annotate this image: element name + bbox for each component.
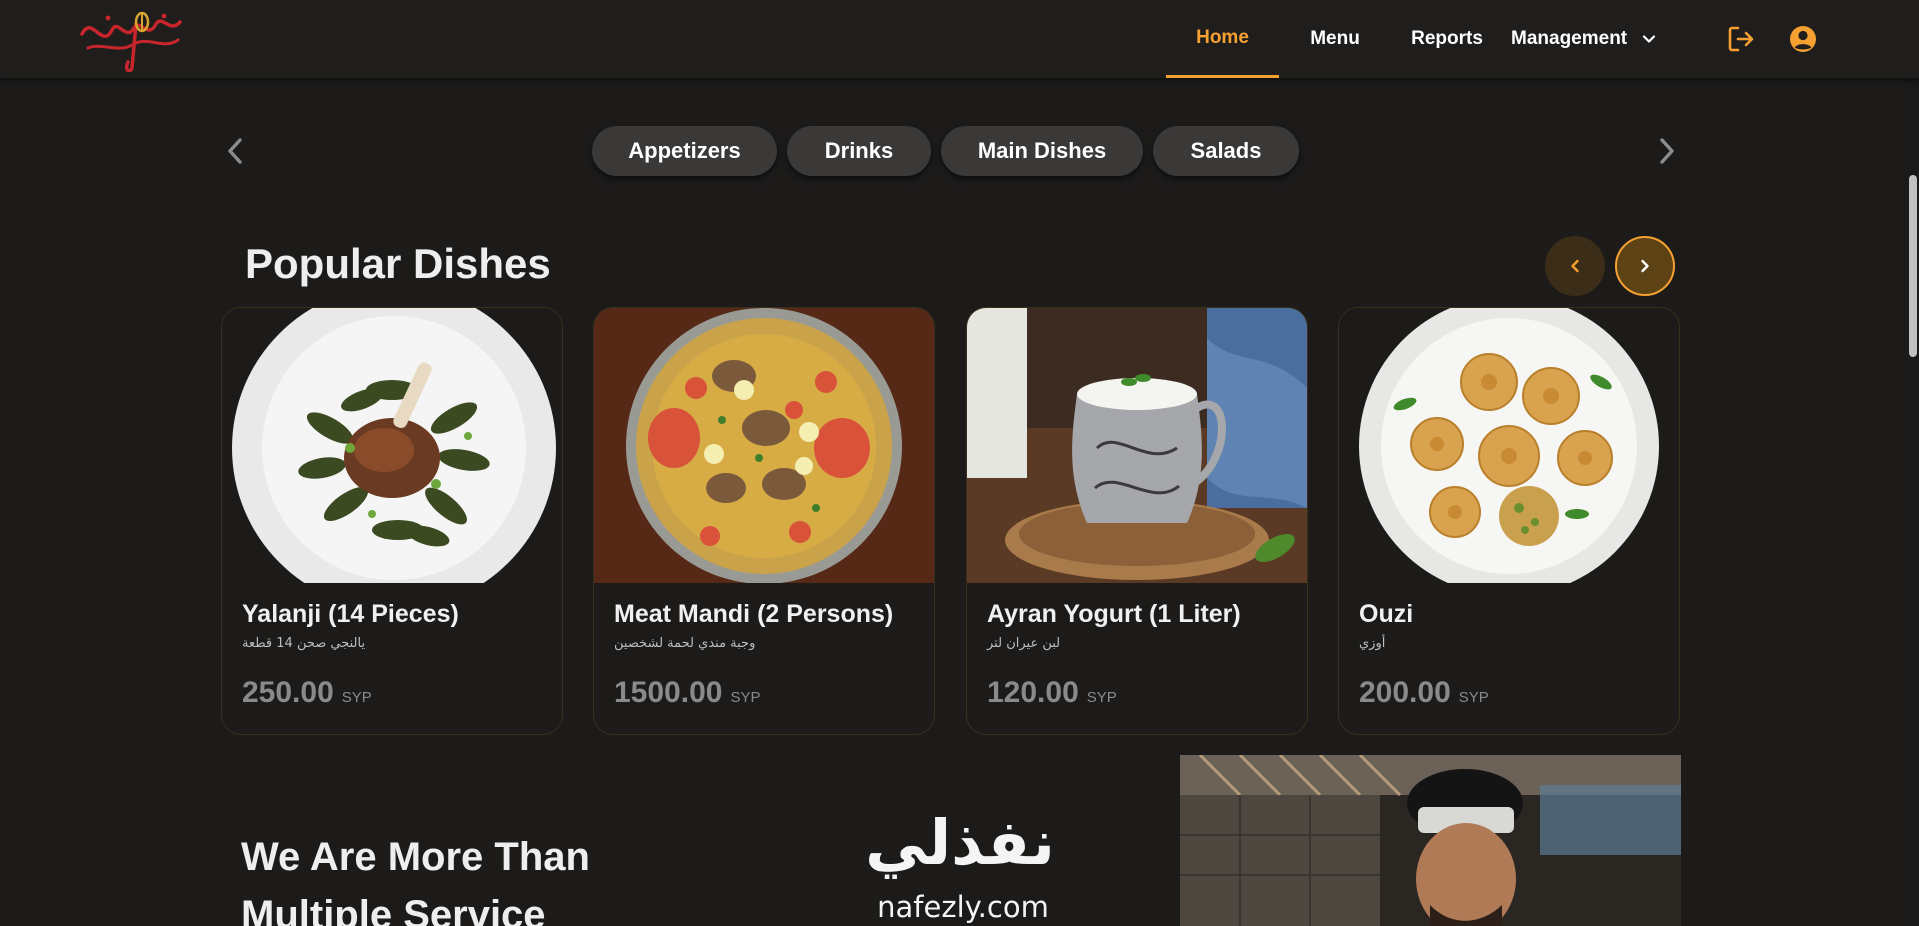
dish-image-ayran-yogurt <box>967 308 1307 583</box>
dish-card[interactable]: Ouzi أوزي 200.00 SYP <box>1338 307 1680 735</box>
nav-management-dropdown[interactable]: Management <box>1503 0 1658 78</box>
scrollbar-thumb[interactable] <box>1909 175 1917 357</box>
category-drinks[interactable]: Drinks <box>787 126 931 176</box>
dish-price-row: 1500.00 SYP <box>614 676 760 710</box>
category-main-dishes[interactable]: Main Dishes <box>941 126 1143 176</box>
dish-image-ouzi <box>1339 308 1679 583</box>
main-nav: Home Menu Reports Management <box>1166 0 1658 78</box>
dish-card[interactable]: Yalanji (14 Pieces) يالنجي صحن 14 قطعة 2… <box>221 307 563 735</box>
dish-currency: SYP <box>730 689 761 706</box>
dish-price: 250.00 <box>242 676 334 709</box>
category-next-arrow-icon[interactable] <box>1656 136 1678 166</box>
category-salads[interactable]: Salads <box>1153 126 1299 176</box>
chevron-down-icon <box>1643 35 1656 43</box>
chevron-left-icon <box>1571 259 1579 273</box>
category-tabs: Appetizers Drinks Main Dishes Salads <box>592 126 1299 176</box>
dish-name-arabic: أوزي <box>1359 636 1386 651</box>
nav-reports[interactable]: Reports <box>1391 0 1503 78</box>
dish-price: 120.00 <box>987 676 1079 709</box>
dish-name: Ouzi <box>1359 600 1414 628</box>
dish-price-row: 250.00 SYP <box>242 676 372 710</box>
dish-name: Ayran Yogurt (1 Liter) <box>987 600 1241 628</box>
nav-management-label: Management <box>1511 28 1628 49</box>
user-circle-icon[interactable] <box>1788 24 1818 54</box>
popular-dishes-title: Popular Dishes <box>245 240 551 287</box>
dish-name: Meat Mandi (2 Persons) <box>614 600 894 628</box>
nav-menu[interactable]: Menu <box>1279 0 1391 78</box>
logout-icon[interactable] <box>1726 24 1756 54</box>
dish-price-row: 120.00 SYP <box>987 676 1117 710</box>
dish-currency: SYP <box>341 689 372 706</box>
nafezly-watermark-arabic: نفذلي <box>865 806 1055 879</box>
dish-card[interactable]: Ayran Yogurt (1 Liter) لبن عيران لتر 120… <box>966 307 1308 735</box>
dish-price: 1500.00 <box>614 676 723 709</box>
top-navbar: Home Menu Reports Management <box>0 0 1919 78</box>
nafezly-watermark-url: nafezly.com <box>877 890 1049 924</box>
dishes-prev-button[interactable] <box>1545 236 1605 296</box>
chef-photo <box>1180 755 1681 926</box>
dishes-next-button[interactable] <box>1615 236 1675 296</box>
chevron-right-icon <box>1641 259 1649 273</box>
restaurant-logo[interactable] <box>78 4 186 73</box>
dish-price-row: 200.00 SYP <box>1359 676 1489 710</box>
dish-currency: SYP <box>1458 689 1489 706</box>
dish-name-arabic: لبن عيران لتر <box>987 636 1061 651</box>
page-scrollbar[interactable] <box>1907 0 1919 926</box>
about-section-title: We Are More Than Multiple Service <box>241 835 590 926</box>
nav-home[interactable]: Home <box>1166 0 1279 78</box>
dish-name: Yalanji (14 Pieces) <box>242 600 459 628</box>
dish-currency: SYP <box>1086 689 1117 706</box>
category-appetizers[interactable]: Appetizers <box>592 126 777 176</box>
category-prev-arrow-icon[interactable] <box>224 136 246 166</box>
dish-name-arabic: يالنجي صحن 14 قطعة <box>242 636 366 651</box>
dish-name-arabic: وجبة مندي لحمة لشخصين <box>614 636 756 651</box>
dish-card[interactable]: Meat Mandi (2 Persons) وجبة مندي لحمة لش… <box>593 307 935 735</box>
dish-image-meat-mandi <box>594 308 934 583</box>
dish-image-yalanji <box>222 308 562 583</box>
dish-price: 200.00 <box>1359 676 1451 709</box>
